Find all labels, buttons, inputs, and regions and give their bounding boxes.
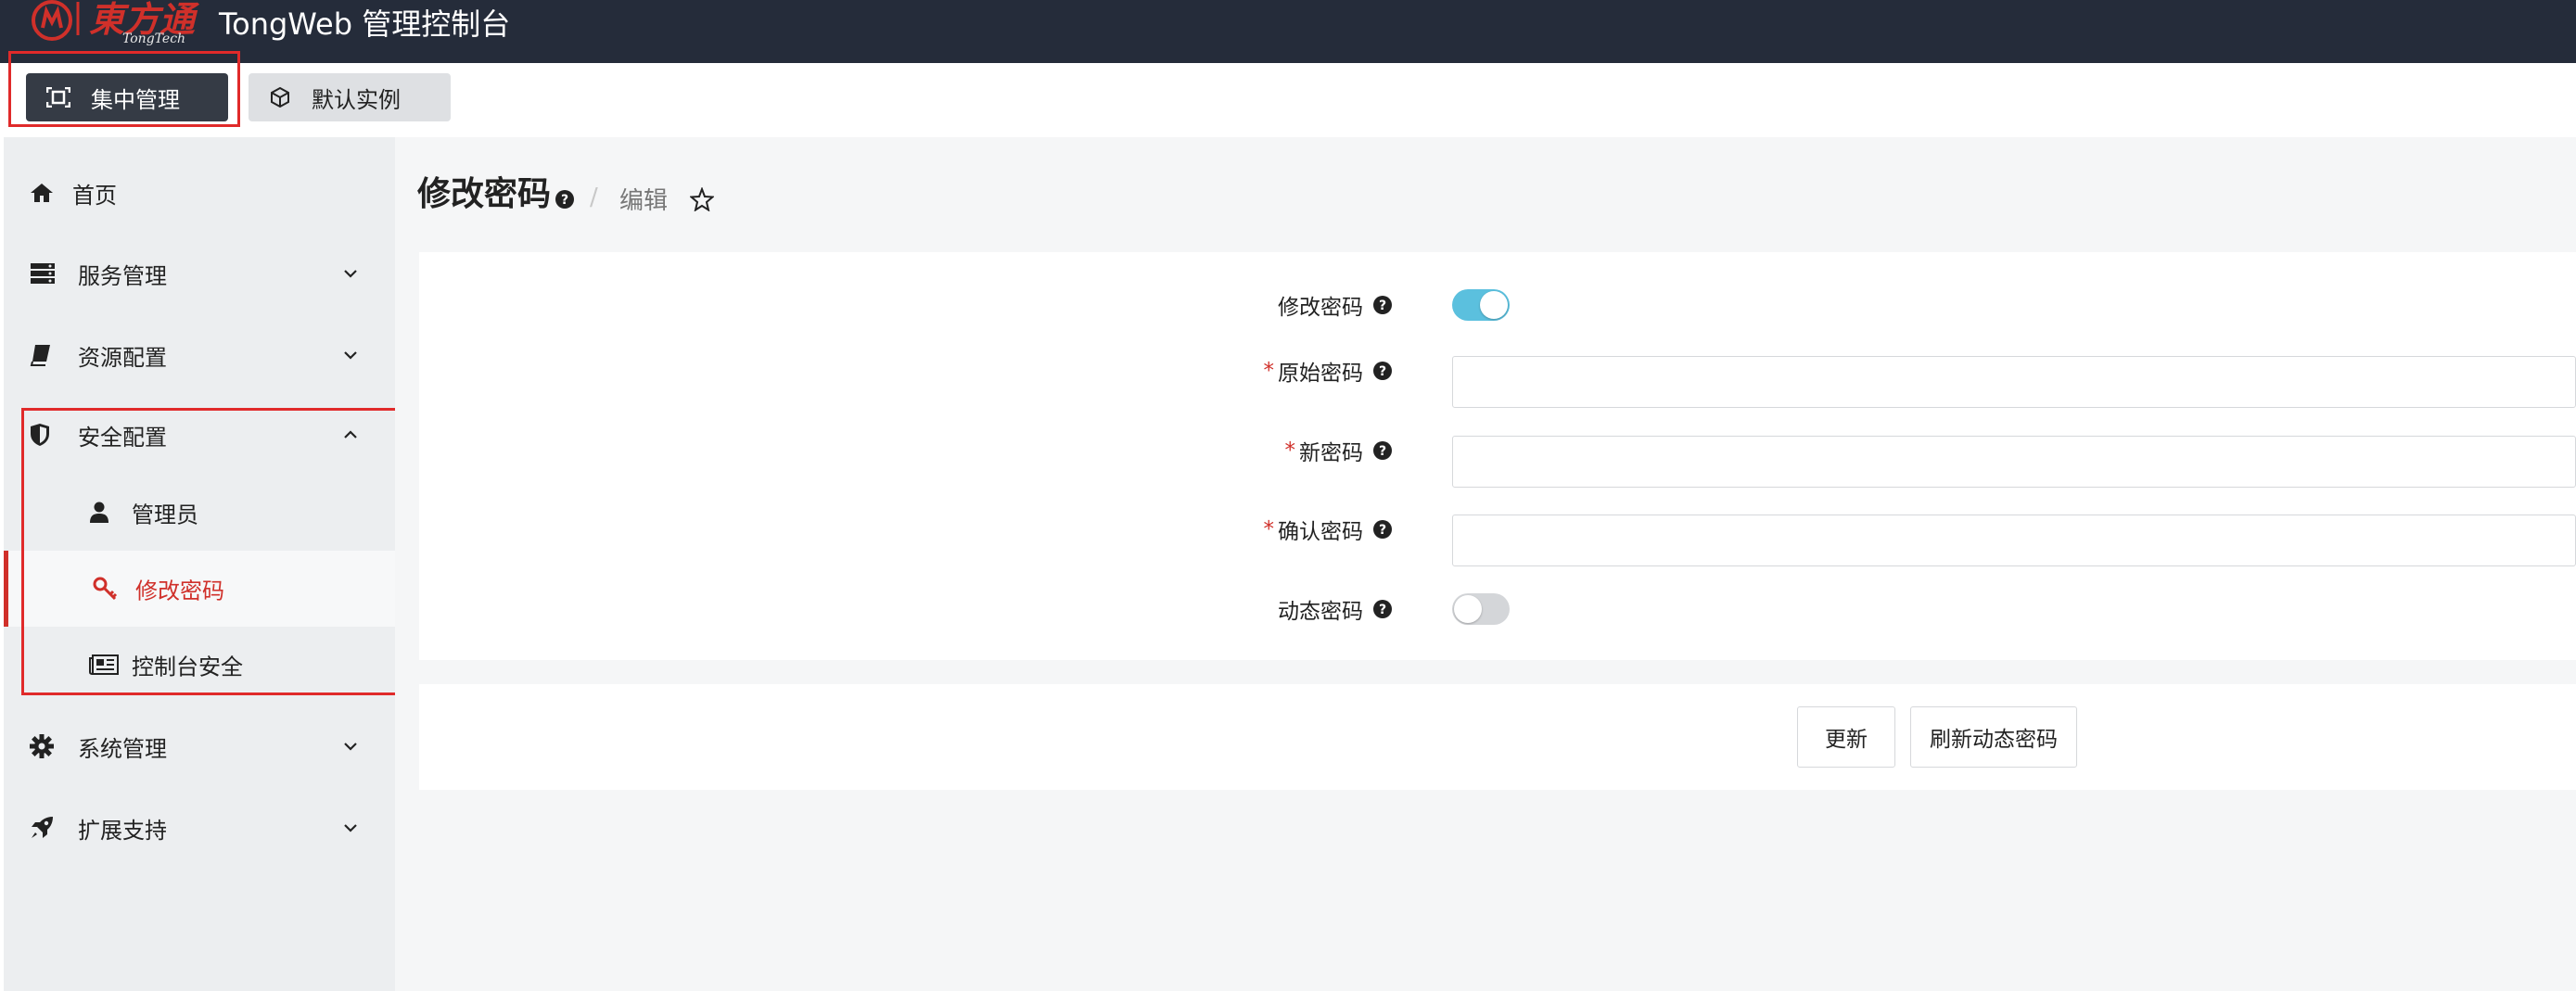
- help-icon[interactable]: ?: [1372, 440, 1393, 461]
- form-actions: [419, 684, 2576, 790]
- sidebar-item-label: 服务管理: [78, 262, 167, 289]
- tab-default-instance[interactable]: 默认实例: [249, 73, 451, 121]
- label-text: 原始密码: [1278, 362, 1363, 386]
- required-mark: *: [1284, 438, 1296, 463]
- new-password-label: * 新密码 ?: [1285, 434, 1394, 467]
- chevron-down-icon: [344, 351, 357, 360]
- confirm-password-label: * 确认密码 ?: [1264, 513, 1394, 546]
- tab-label: 默认实例: [312, 86, 401, 113]
- svg-text:?: ?: [1379, 523, 1386, 538]
- page-title: 修改密码: [417, 175, 552, 213]
- svg-text:?: ?: [1379, 444, 1386, 459]
- sidebar-item-label: 资源配置: [78, 344, 167, 371]
- sidebar-item-resource-config[interactable]: 资源配置: [4, 317, 395, 393]
- annotation-highlight-tab: [8, 51, 240, 127]
- change-password-toggle[interactable]: [1452, 289, 1510, 321]
- sidebar-item-label: 首页: [72, 182, 117, 209]
- toggle-knob: [1454, 595, 1482, 623]
- server-icon: [31, 263, 55, 284]
- chevron-down-icon: [344, 743, 357, 751]
- app-title: TongWeb 管理控制台: [219, 6, 511, 42]
- refresh-dynamic-password-button[interactable]: 刷新动态密码: [1910, 706, 2077, 768]
- help-icon[interactable]: ?: [1372, 599, 1393, 619]
- update-button[interactable]: 更新: [1797, 706, 1895, 768]
- old-password-label: * 原始密码 ?: [1264, 354, 1394, 388]
- annotation-highlight-security: [21, 408, 427, 695]
- label-text: 动态密码: [1278, 600, 1363, 624]
- star-icon[interactable]: [690, 187, 714, 211]
- sidebar-item-service-management[interactable]: 服务管理: [4, 235, 395, 311]
- home-icon: [31, 184, 53, 202]
- required-mark: *: [1263, 517, 1275, 541]
- help-icon[interactable]: ?: [1372, 519, 1393, 540]
- svg-text:?: ?: [1379, 603, 1386, 617]
- sidebar-item-label: 系统管理: [78, 735, 167, 762]
- dynamic-password-toggle[interactable]: [1452, 593, 1510, 625]
- sidebar-item-home[interactable]: 首页: [4, 155, 395, 231]
- rocket-icon: [32, 817, 53, 838]
- cube-icon: [271, 86, 289, 108]
- chevron-down-icon: [344, 824, 357, 832]
- help-icon[interactable]: ?: [1372, 361, 1393, 381]
- toggle-knob: [1480, 291, 1508, 319]
- help-icon[interactable]: ?: [1372, 295, 1393, 315]
- old-password-input[interactable]: [1452, 356, 2576, 408]
- chevron-down-icon: [344, 270, 357, 278]
- sidebar-item-extension-support[interactable]: 扩展支持: [4, 790, 395, 866]
- new-password-input[interactable]: [1452, 436, 2576, 488]
- label-text: 修改密码: [1278, 296, 1363, 320]
- logo-subtitle: TongTech: [122, 32, 186, 46]
- sidebar-item-system-management[interactable]: 系统管理: [4, 708, 395, 784]
- instance-tab-bar: 集中管理 默认实例: [0, 63, 2576, 137]
- dynamic-password-label: 动态密码 ?: [1278, 592, 1393, 626]
- top-bar: 東方通 TongTech TongWeb 管理控制台: [0, 0, 2576, 63]
- gear-icon: [30, 734, 54, 758]
- active-indicator: [4, 551, 8, 627]
- svg-text:?: ?: [1379, 364, 1386, 379]
- help-icon[interactable]: ?: [555, 189, 575, 210]
- breadcrumb-current: 编辑: [619, 187, 669, 215]
- confirm-password-input[interactable]: [1452, 515, 2576, 566]
- change-password-label: 修改密码 ?: [1278, 288, 1393, 322]
- breadcrumb-separator: /: [590, 184, 598, 211]
- svg-text:?: ?: [1379, 299, 1386, 313]
- sidebar-item-label: 扩展支持: [78, 817, 167, 844]
- label-text: 确认密码: [1278, 520, 1363, 544]
- required-mark: *: [1263, 359, 1275, 383]
- label-text: 新密码: [1299, 441, 1363, 465]
- book-icon: [30, 345, 50, 366]
- svg-text:?: ?: [561, 193, 568, 208]
